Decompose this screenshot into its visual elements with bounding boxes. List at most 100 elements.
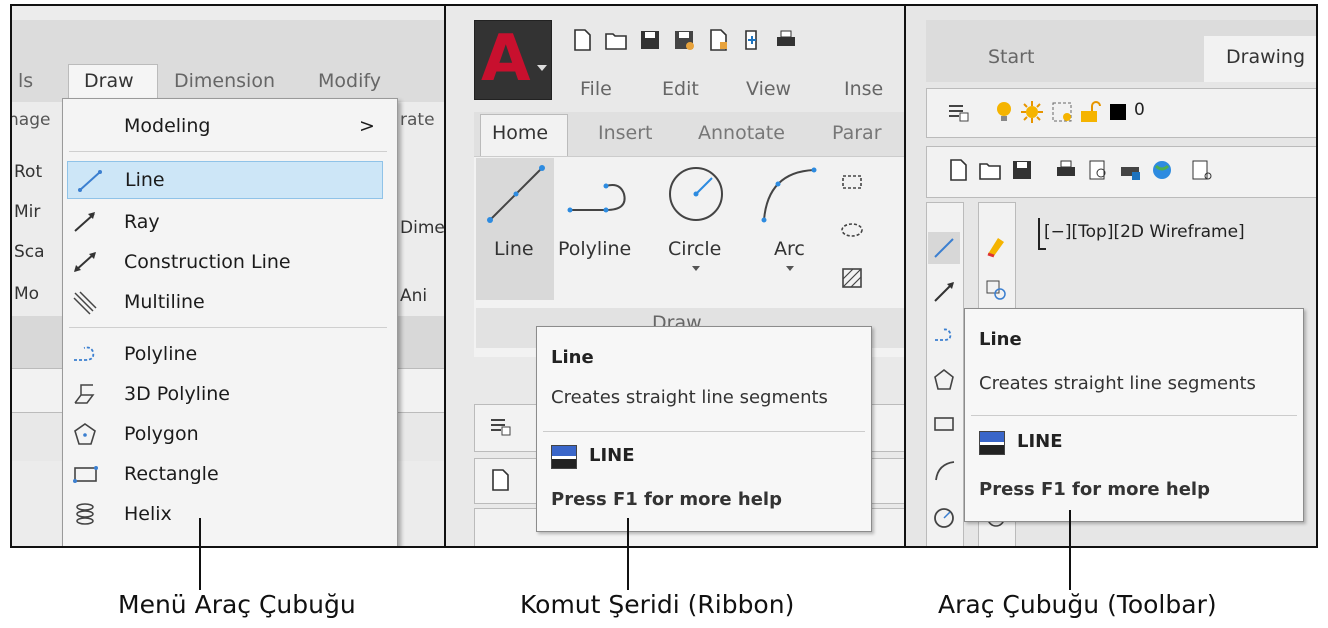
bg-label-dime: Dime [400, 218, 445, 238]
menubar-insert[interactable]: Inse [844, 78, 883, 100]
new-file-small-icon[interactable] [488, 468, 512, 492]
rectangle-small-icon[interactable] [840, 170, 864, 194]
publish-icon[interactable] [1118, 158, 1142, 182]
menu-item-label: Polygon [124, 423, 199, 445]
3d-dwf-globe-icon[interactable] [1150, 158, 1174, 182]
menu-tab-ls[interactable]: ls [18, 70, 33, 92]
tooltip-command: LINE [589, 445, 635, 466]
plot-preview-icon[interactable] [1086, 158, 1110, 182]
polyline-icon[interactable] [932, 324, 956, 348]
multiline-icon [73, 291, 97, 315]
open-web-icon[interactable] [706, 28, 730, 52]
polygon-icon [74, 423, 96, 445]
menu-item-3d-polyline[interactable]: 3D Polyline [63, 375, 385, 413]
caption-menu-toolbar: Menü Araç Çubuğu [118, 590, 356, 619]
menu-separator [69, 151, 387, 152]
arc-dropdown-arrow-icon[interactable] [786, 266, 794, 271]
tooltip-description: Creates straight line segments [551, 387, 828, 408]
ribbon-tab-insert[interactable]: Insert [598, 122, 653, 144]
menu-item-multiline[interactable]: Multiline [63, 283, 385, 321]
menu-item-construction-line[interactable]: Construction Line [63, 243, 385, 281]
layer-thaw-sun-icon[interactable] [1020, 100, 1044, 124]
line-icon [78, 170, 102, 192]
new-file-icon[interactable] [946, 158, 970, 182]
circle-tool-icon[interactable] [664, 162, 728, 226]
layer-name-value[interactable]: 0 [1134, 100, 1145, 120]
ribbon-tab-annotate[interactable]: Annotate [698, 122, 785, 144]
menu-item-helix[interactable]: Helix [63, 495, 385, 533]
menu-separator [69, 327, 387, 328]
menu-item-polyline[interactable]: Polyline [63, 335, 385, 373]
construction-line-icon[interactable] [932, 280, 956, 304]
polyline-icon [74, 346, 95, 361]
save-to-web-icon[interactable] [740, 28, 764, 52]
layer-on-bulb-icon[interactable] [992, 100, 1016, 124]
submenu-arrow-icon: > [359, 115, 375, 137]
circle-icon[interactable] [932, 506, 956, 530]
menu-item-rectangle[interactable]: Rectangle [63, 455, 385, 493]
menu-item-polygon[interactable]: Polygon [63, 415, 385, 453]
tooltip-help: Press F1 for more help [979, 479, 1210, 500]
menu-item-line[interactable]: Line [67, 161, 383, 199]
line-tool-label: Line [494, 238, 534, 260]
callout-line-ribbon [627, 518, 629, 590]
menu-item-label: Ray [124, 211, 160, 233]
circle-dropdown-arrow-icon[interactable] [692, 266, 700, 271]
cut-icon[interactable] [1190, 158, 1214, 182]
polygon-icon[interactable] [932, 368, 956, 392]
plot-icon[interactable] [1054, 158, 1078, 182]
ellipse-small-icon[interactable] [840, 218, 864, 242]
line-tool-icon [487, 165, 545, 223]
save-as-icon[interactable] [672, 28, 696, 52]
arc-tool-icon[interactable] [756, 162, 820, 226]
draw-dropdown-menu: Modeling > Line Ray Construction Line Mu… [62, 98, 398, 546]
menubar-edit[interactable]: Edit [662, 78, 699, 100]
layer-properties-icon[interactable] [488, 414, 512, 438]
plot-icon[interactable] [774, 28, 798, 52]
polyline-tool-label: Polyline [558, 238, 632, 260]
file-tab-drawing[interactable]: Drawing [1226, 46, 1305, 68]
rectangle-icon[interactable] [932, 412, 956, 436]
menu-toolbar-panel: ls Draw Dimension Modify nage Rot Mir Sc… [10, 4, 446, 548]
copy-icon[interactable] [984, 278, 1008, 302]
menubar-file[interactable]: File [580, 78, 612, 100]
open-folder-icon[interactable] [604, 28, 628, 52]
layer-unlock-icon[interactable] [1078, 100, 1102, 124]
layer-properties-icon[interactable] [946, 100, 970, 124]
menu-item-modeling[interactable]: Modeling > [63, 107, 385, 145]
ribbon-panel: A File Edit View Inse Home Insert Annota… [444, 4, 906, 548]
menu-item-label: Helix [124, 503, 172, 525]
menu-item-label: Construction Line [124, 251, 291, 273]
bg-label-mir: Mir [14, 202, 41, 222]
layer-viewport-icon[interactable] [1050, 100, 1074, 124]
app-dropdown-arrow-icon [537, 65, 547, 71]
menu-tab-draw[interactable]: Draw [84, 70, 134, 92]
construction-line-icon [74, 252, 96, 272]
polyline-tool-icon[interactable] [566, 174, 636, 224]
erase-icon[interactable] [984, 234, 1008, 258]
ribbon-tab-home[interactable]: Home [492, 122, 548, 144]
menu-item-label: Polyline [124, 343, 198, 365]
bg-label-rate: rate [400, 110, 435, 130]
file-tab-start[interactable]: Start [988, 46, 1034, 68]
menu-item-ray[interactable]: Ray [63, 203, 385, 241]
ribbon-tab-parametric[interactable]: Parar [832, 122, 882, 144]
menubar-view[interactable]: View [746, 78, 791, 100]
bg-label-sca: Sca [14, 242, 45, 262]
application-button[interactable]: A [474, 20, 552, 100]
new-file-icon[interactable] [570, 28, 594, 52]
line-command-icon [979, 431, 1005, 455]
arc-icon[interactable] [932, 458, 956, 482]
viewport-controls-label[interactable]: [−][Top][2D Wireframe] [1044, 222, 1245, 242]
save-icon[interactable] [638, 28, 662, 52]
layer-color-swatch[interactable] [1110, 104, 1126, 120]
menu-tab-modify[interactable]: Modify [318, 70, 381, 92]
hatch-small-icon[interactable] [840, 266, 864, 290]
save-icon[interactable] [1010, 158, 1034, 182]
arc-tool-label: Arc [774, 238, 805, 260]
open-folder-icon[interactable] [978, 158, 1002, 182]
bg-label-rot: Rot [14, 162, 43, 182]
menu-tab-dimension[interactable]: Dimension [174, 70, 275, 92]
menu-item-label: Rectangle [124, 463, 219, 485]
tooltip-separator [543, 431, 865, 432]
